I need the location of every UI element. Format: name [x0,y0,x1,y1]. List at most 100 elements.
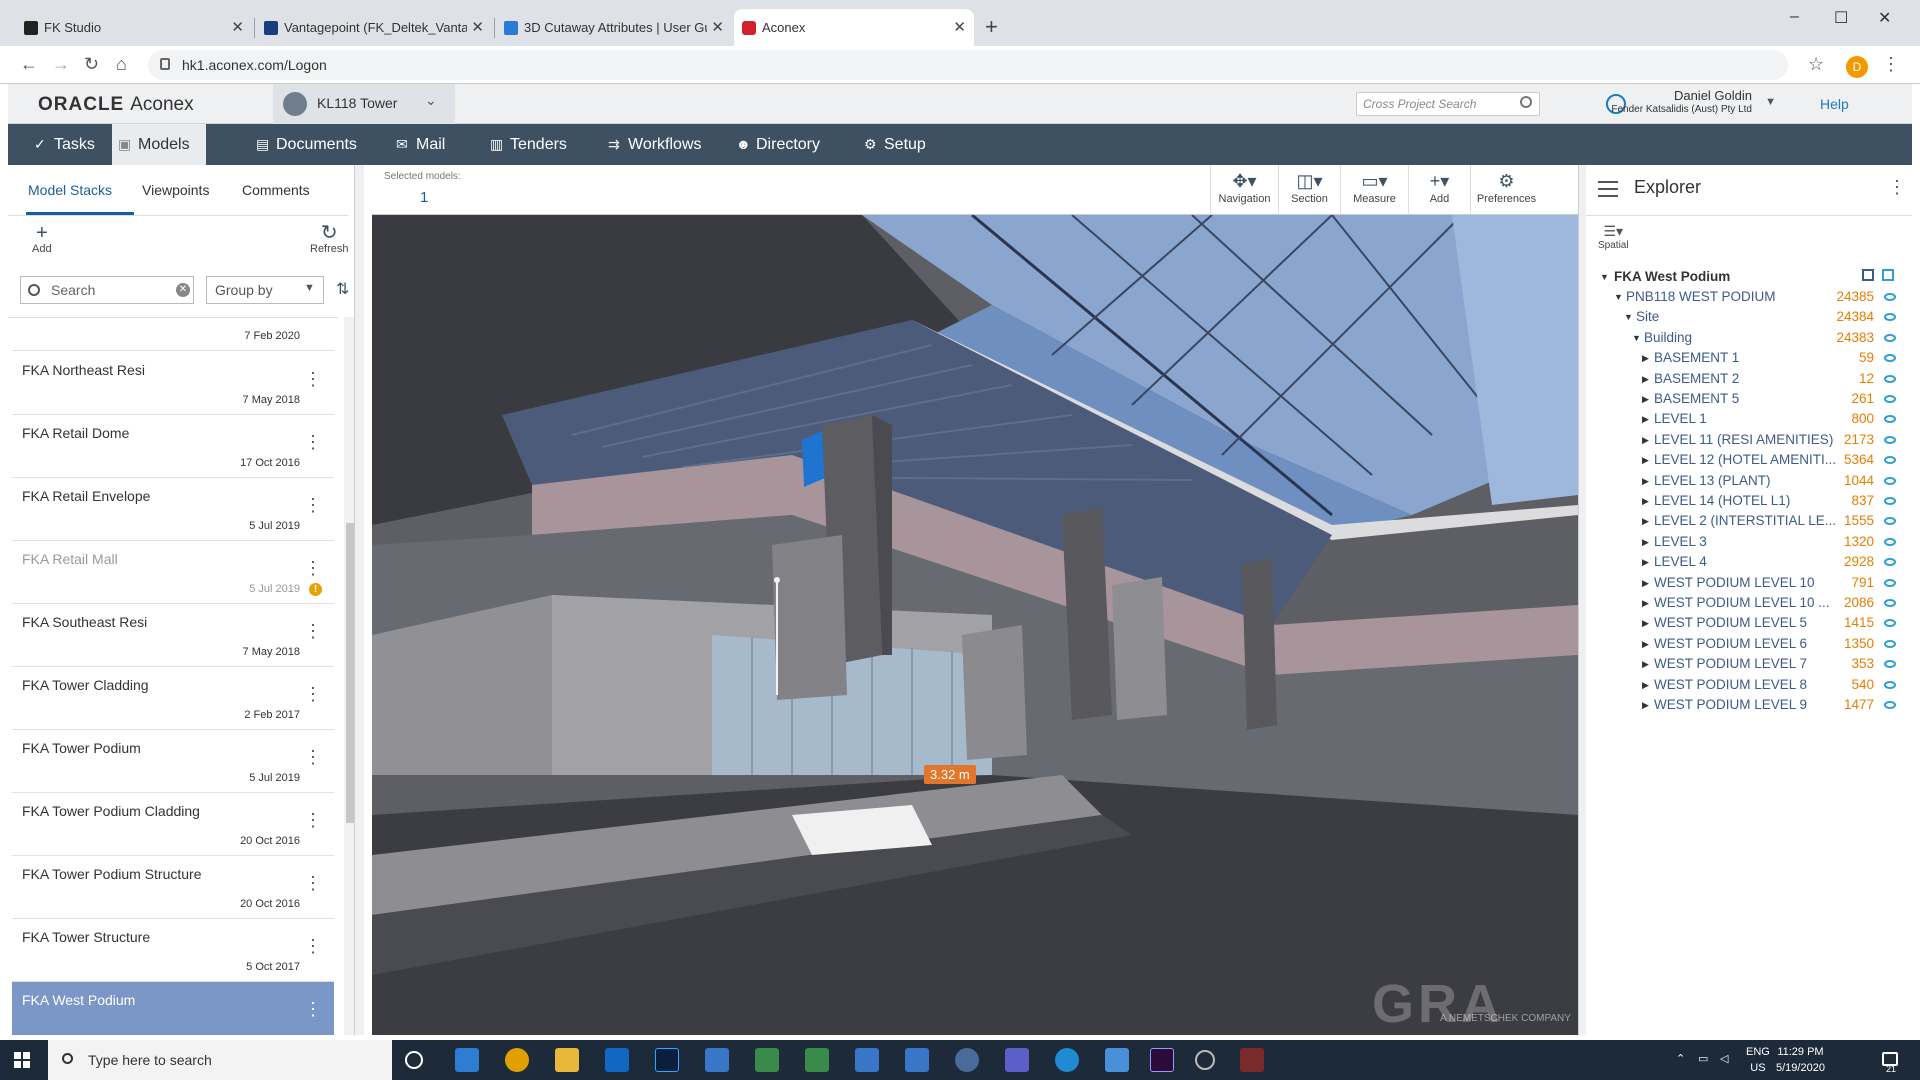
app-icon[interactable] [705,1048,729,1072]
browser-tab-3d-cutaway[interactable]: 3D Cutaway Attributes | User Gu ✕ [496,9,732,46]
tree-node[interactable]: ▶ WEST PODIUM LEVEL 7 353 [1586,654,1912,674]
more-options-icon[interactable]: ⋮ [304,1000,322,1018]
eye-icon[interactable] [1884,354,1896,363]
browser-tab-vantagepoint[interactable]: Vantagepoint (FK_Deltek_Vantag ✕ [256,9,492,46]
caret-right-icon[interactable]: ▶ [1642,491,1649,511]
oracle-aconex-logo[interactable]: ORACLE Aconex [38,94,194,116]
list-item[interactable]: FKA Retail Dome 17 Oct 2016 ⋮ [12,415,334,478]
more-options-icon[interactable]: ⋮ [304,811,322,829]
outlook-icon[interactable] [605,1048,629,1072]
clear-search-icon[interactable]: ✕ [176,283,190,297]
tree-node[interactable]: ▶ WEST PODIUM LEVEL 6 1350 [1586,634,1912,654]
eye-icon[interactable] [1884,537,1896,546]
add-button[interactable]: + Add [32,223,52,255]
list-item[interactable]: 7 Feb 2020 [12,318,334,351]
close-tab-icon[interactable]: ✕ [231,9,244,46]
more-options-icon[interactable]: ⋮ [304,685,322,703]
eye-icon[interactable] [1884,476,1896,485]
selected-models-count[interactable]: 1 [420,189,428,206]
more-options-icon[interactable]: ⋮ [304,370,322,388]
caret-down-icon[interactable]: ▼ [1632,328,1641,348]
nav-documents[interactable]: ▤ Documents [250,124,368,165]
taskbar-clock[interactable]: 11:29 PM 5/19/2020 [1776,1044,1825,1076]
tab-comments[interactable]: Comments [242,165,310,215]
browser-tab-fk-studio[interactable]: FK Studio ✕ [16,9,252,46]
tree-node[interactable]: ▶ WEST PODIUM LEVEL 5 1415 [1586,613,1912,633]
eye-icon[interactable] [1884,374,1896,383]
caret-right-icon[interactable]: ▶ [1642,675,1649,695]
more-options-icon[interactable]: ⋮ [304,937,322,955]
minimize-button[interactable]: – [1790,8,1799,26]
tree-node[interactable]: ▶ WEST PODIUM LEVEL 9 1477 [1586,695,1912,715]
search-input[interactable]: Search [20,276,194,304]
chrome-icon[interactable] [505,1048,529,1072]
close-tab-icon[interactable]: ✕ [953,9,966,46]
tree-node[interactable]: ▶ LEVEL 3 1320 [1586,532,1912,552]
eye-icon[interactable] [1884,599,1896,607]
more-options-icon[interactable]: ⋮ [304,559,322,577]
caret-down-icon[interactable]: ▼ [1624,307,1633,327]
tree-node[interactable]: ▼ PNB118 WEST PODIUM 24385 [1586,287,1912,307]
list-item[interactable]: FKA Tower Structure 5 Oct 2017 ⋮ [12,919,334,982]
app-icon[interactable] [755,1048,779,1072]
app-icon[interactable] [805,1048,829,1072]
network-icon[interactable]: ▭ [1698,1052,1708,1065]
eye-icon[interactable] [1884,313,1896,322]
caret-right-icon[interactable]: ▶ [1642,532,1649,552]
tree-node[interactable]: ▶ WEST PODIUM LEVEL 10 ... 2086 [1586,593,1912,613]
more-options-icon[interactable]: ⋮ [304,874,322,892]
caret-right-icon[interactable]: ▶ [1642,654,1649,674]
tree-node[interactable]: ▶ BASEMENT 5 261 [1586,389,1912,409]
teams-icon[interactable] [1005,1048,1029,1072]
eye-icon[interactable] [1884,558,1896,567]
lock-icon[interactable] [160,58,170,70]
user-menu[interactable]: Daniel Goldin Fender Katsalidis (Aust) P… [1590,84,1796,124]
premiere-icon[interactable] [1150,1048,1174,1072]
list-item[interactable]: FKA Tower Podium Structure 20 Oct 2016 ⋮ [12,856,334,919]
tree-node[interactable]: ▶ WEST PODIUM LEVEL 10 791 [1586,573,1912,593]
list-item[interactable]: FKA Tower Cladding 2 Feb 2017 ⋮ [12,667,334,730]
eye-icon[interactable] [1884,660,1896,669]
nav-tenders[interactable]: ▥ Tenders [484,124,584,165]
measurement-label[interactable]: 3.32 m [924,765,976,784]
forward-arrow-icon[interactable]: → [52,54,70,75]
tree-node[interactable]: ▶ LEVEL 13 (PLANT) 1044 [1586,471,1912,491]
app-icon[interactable] [955,1048,979,1072]
caret-right-icon[interactable]: ▶ [1642,409,1649,429]
edge-browser-icon[interactable] [455,1048,479,1072]
app-icon[interactable] [855,1048,879,1072]
app-icon[interactable] [1105,1048,1129,1072]
close-tab-icon[interactable]: ✕ [707,9,724,46]
tree-node[interactable]: ▶ LEVEL 14 (HOTEL L1) 837 [1586,491,1912,511]
eye-icon[interactable] [1884,680,1896,689]
cross-project-search-input[interactable]: Cross Project Search [1356,92,1540,116]
file-explorer-icon[interactable] [555,1048,579,1072]
browser-menu-icon[interactable]: ⋮ [1882,54,1900,75]
more-options-icon[interactable]: ⋮ [1888,177,1906,198]
preferences-button[interactable]: ⚙ Preferences [1470,165,1542,215]
more-options-icon[interactable]: ⋮ [304,433,322,451]
left-panel-splitter[interactable] [354,165,364,1035]
eye-icon[interactable] [1884,456,1896,465]
caret-right-icon[interactable]: ▶ [1642,695,1649,715]
maximize-button[interactable]: ☐ [1834,8,1848,28]
eye-icon[interactable] [1884,619,1896,628]
eye-icon[interactable] [1884,578,1896,587]
more-options-icon[interactable]: ⋮ [304,748,322,766]
tree-node[interactable]: ▶ LEVEL 4 2928 [1586,552,1912,572]
caret-right-icon[interactable]: ▶ [1642,369,1649,389]
eye-icon[interactable] [1884,293,1896,301]
tree-node[interactable]: ▼ Site 24384 [1586,307,1912,327]
caret-down-icon[interactable]: ▼ [1600,267,1609,287]
close-tab-icon[interactable]: ✕ [467,9,484,46]
eye-icon[interactable] [1884,497,1896,505]
nav-workflows[interactable]: ⇉ Workflows [602,124,714,165]
tree-node[interactable]: ▼ Building 24383 [1586,328,1912,348]
eye-icon[interactable] [1884,415,1896,424]
caret-right-icon[interactable]: ▶ [1642,389,1649,409]
project-selector[interactable]: KL118 Tower ⌄ [273,84,455,124]
tree-node[interactable]: ▶ LEVEL 2 (INTERSTITIAL LE... 1555 [1586,511,1912,531]
eye-icon[interactable] [1884,395,1896,403]
bookmark-star-icon[interactable]: ☆ [1808,54,1824,75]
caret-right-icon[interactable]: ▶ [1642,573,1649,593]
